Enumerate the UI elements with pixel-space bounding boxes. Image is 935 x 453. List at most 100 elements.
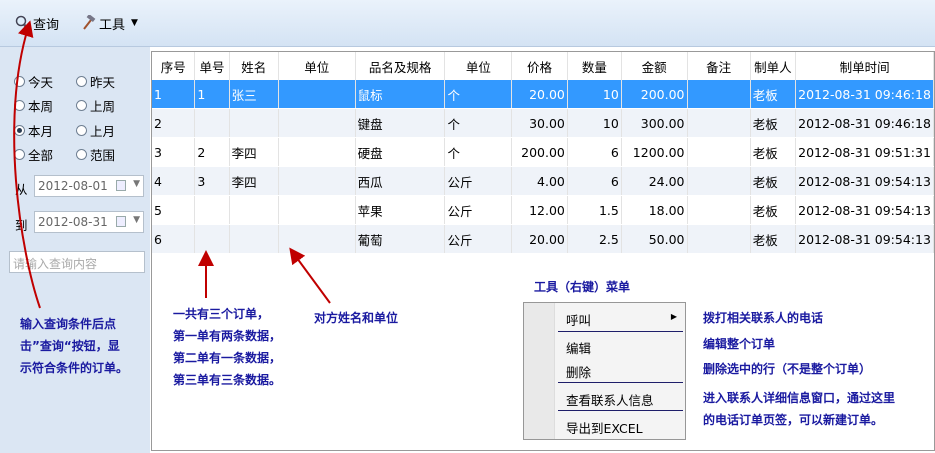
radio-circle[interactable] [76,125,87,136]
table-cell[interactable]: 张三 [229,80,279,109]
tools-menu-button[interactable]: 工具 ▼ [80,12,138,34]
table-cell[interactable]: 2012-08-31 09:46:18 [795,108,934,138]
table-cell[interactable]: 4 [152,166,196,196]
radio-circle[interactable] [14,125,25,136]
table-cell[interactable] [687,195,751,225]
table-cell[interactable]: 50.00 [621,224,688,254]
radio-circle[interactable] [76,100,87,111]
from-date-field[interactable]: 2012-08-01 ▼ [34,175,144,197]
table-cell[interactable]: 鼠标 [355,80,446,109]
table-cell[interactable]: 个 [444,108,513,138]
table-cell[interactable]: 苹果 [355,195,446,225]
table-cell[interactable]: 西瓜 [355,166,446,196]
table-cell[interactable]: 2012-08-31 09:54:13 [795,166,934,196]
table-cell[interactable]: 3 [194,166,230,196]
menu-item-edit[interactable]: 编辑 [566,338,591,357]
table-cell[interactable]: 200.00 [621,80,688,109]
table-cell[interactable] [194,108,230,138]
radio-circle[interactable] [76,149,87,160]
table-row[interactable]: 3 2 李四 硬盘个 200.00 6 1200.00 老板 2012-08-31 09:51:… [152,137,934,167]
menu-item-export-excel[interactable]: 导出到EXCEL [566,418,643,437]
table-cell[interactable]: 18.00 [621,195,688,225]
table-cell[interactable] [687,80,751,109]
table-cell[interactable]: 1.5 [567,195,622,225]
table-cell[interactable]: 公斤 [444,166,513,196]
table-cell[interactable]: 2012-08-31 09:54:13 [795,224,934,254]
radio-circle[interactable] [14,149,25,160]
column-header[interactable]: 姓名 [229,52,279,80]
menu-item-delete[interactable]: 删除 [566,362,591,381]
table-cell[interactable]: 6 [567,137,622,167]
table-cell[interactable]: 10 [567,80,622,109]
search-input[interactable]: 请输入查询内容 [9,251,145,273]
table-cell[interactable]: 2012-08-31 09:51:31 [795,137,934,167]
range-radio[interactable]: 昨天 [76,72,115,91]
table-cell[interactable]: 1 [194,80,230,109]
table-cell[interactable]: 公斤 [444,195,513,225]
table-cell[interactable]: 20.00 [511,80,568,109]
table-cell[interactable] [687,224,751,254]
range-radio[interactable]: 范围 [76,145,115,164]
column-header[interactable]: 价格 [511,52,568,80]
range-radio[interactable]: 上月 [76,121,115,140]
table-cell[interactable] [229,195,279,225]
menu-item-view-contact[interactable]: 查看联系人信息 [566,390,654,409]
table-cell[interactable]: 1200.00 [621,137,688,167]
table-cell[interactable]: 硬盘 [355,137,446,167]
table-cell[interactable]: 4.00 [511,166,568,196]
table-cell[interactable]: 6 [152,224,196,254]
table-cell[interactable]: 6 [567,166,622,196]
calendar-icon[interactable] [116,216,126,227]
table-cell[interactable]: 5 [152,195,196,225]
table-cell[interactable]: 个 [444,137,513,167]
table-row[interactable]: 2 键盘个 30.00 10 300.00 老板 2012-08-31 09:46:18 [152,108,934,138]
table-cell[interactable] [229,224,279,254]
table-cell[interactable]: 李四 [229,166,279,196]
table-cell[interactable]: 10 [567,108,622,138]
table-cell[interactable]: 个 [444,80,513,109]
table-cell[interactable]: 1 [152,80,196,109]
table-cell[interactable]: 键盘 [355,108,446,138]
table-row[interactable]: 6 葡萄 公斤 20.00 2.5 50.00 老板 2012-08-31 09:54:13 [152,224,934,254]
table-cell[interactable]: 20.00 [511,224,568,254]
table-cell[interactable] [278,80,356,109]
table-cell[interactable] [194,195,230,225]
table-cell[interactable]: 30.00 [511,108,568,138]
table-cell[interactable]: 老板 [750,80,797,109]
column-header[interactable]: 单号 [194,52,230,80]
table-cell[interactable] [687,166,751,196]
table-cell[interactable]: 老板 [750,224,797,254]
query-button[interactable]: 查询 [14,12,59,34]
column-header[interactable]: 单位 [444,52,513,80]
column-header[interactable]: 制单人 [750,52,797,80]
table-cell[interactable] [278,166,356,196]
chevron-down-icon[interactable]: ▼ [133,179,140,189]
table-cell[interactable]: 2.5 [567,224,622,254]
column-header[interactable]: 备注 [687,52,751,80]
table-cell[interactable]: 24.00 [621,166,688,196]
radio-circle[interactable] [76,76,87,87]
calendar-icon[interactable] [116,180,126,191]
column-header[interactable]: 单位 [278,52,356,80]
table-cell[interactable] [278,224,356,254]
range-radio[interactable]: 本周 [14,96,53,115]
table-cell[interactable]: 2012-08-31 09:54:13 [795,195,934,225]
table-cell[interactable]: 老板 [750,137,797,167]
table-cell[interactable]: 2012-08-31 09:46:18 [795,80,934,109]
table-cell[interactable] [278,108,356,138]
table-cell[interactable]: 公斤 [444,224,513,254]
radio-circle[interactable] [14,76,25,87]
table-row[interactable]: 1 1 张三 鼠标个 20.00 10 200.00 老板 2012-08-31 09:46:1… [152,80,934,109]
table-cell[interactable]: 200.00 [511,137,568,167]
table-cell[interactable]: 老板 [750,108,797,138]
column-header[interactable]: 金额 [621,52,688,80]
column-header[interactable]: 制单时间 [795,52,934,80]
table-cell[interactable] [194,224,230,254]
table-cell[interactable]: 葡萄 [355,224,446,254]
menu-item-call[interactable]: 呼叫 [566,310,591,329]
to-date-field[interactable]: 2012-08-31 ▼ [34,211,144,233]
table-cell[interactable] [278,137,356,167]
table-row[interactable]: 5 苹果 公斤 12.00 1.5 18.00 老板 2012-08-31 09:54:13 [152,195,934,225]
range-radio[interactable]: 全部 [14,145,53,164]
table-cell[interactable] [687,108,751,138]
